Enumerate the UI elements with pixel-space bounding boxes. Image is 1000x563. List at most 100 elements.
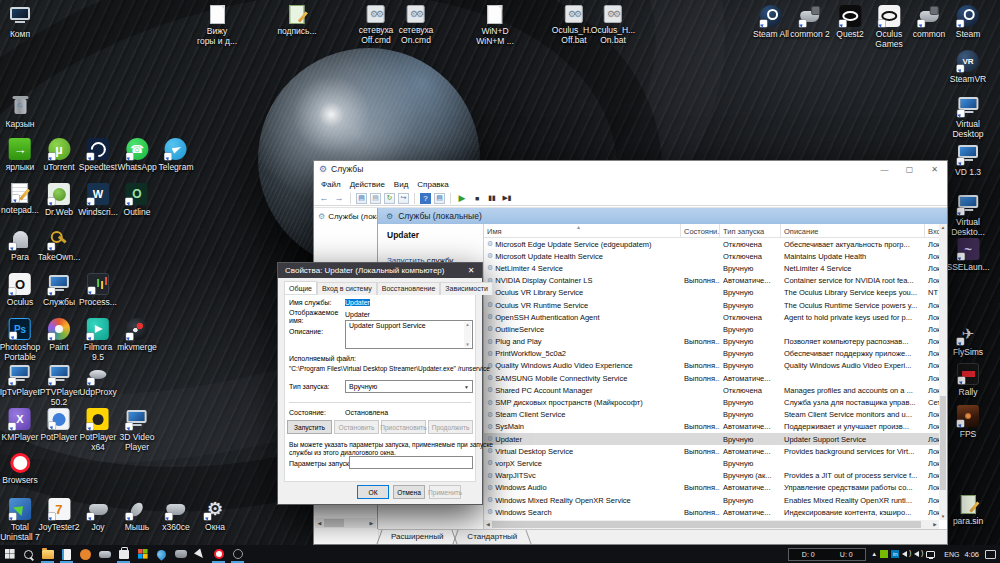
service-name-value[interactable]: Updater bbox=[345, 299, 370, 306]
service-row[interactable]: ⚙SAMSUNG Mobile Connectivity Service Вып… bbox=[484, 372, 939, 384]
service-row[interactable]: ⚙Windows Search Выполня... Автоматиче...… bbox=[484, 506, 939, 518]
service-row[interactable]: ⚙PrintWorkflow_5c0a2 Вручную Обеспечивае… bbox=[484, 348, 939, 360]
service-row[interactable]: ⚙vorpX Service Вручную Лока... bbox=[484, 457, 939, 469]
desktop-icon-utorrent[interactable]: µ uTorrent bbox=[43, 138, 74, 172]
desktop-icon-potplayer[interactable]: PotPlayer x64 bbox=[80, 408, 117, 452]
volume2-icon[interactable] bbox=[914, 550, 923, 558]
dialog-titlebar[interactable]: Свойства: Updater (Локальный компьютер) … bbox=[278, 263, 482, 278]
desktop-icon-filmora[interactable]: Filmora 9.5 bbox=[84, 318, 112, 362]
service-row[interactable]: ⚙Oculus VR Runtime Service Вручную The O… bbox=[484, 299, 939, 311]
desktop-icon-steam-all[interactable]: Steam All bbox=[753, 5, 789, 39]
desktop-icon-common-2[interactable]: common 2 bbox=[790, 5, 830, 39]
desktop-icon-speedtest[interactable]: Speedtest bbox=[79, 138, 117, 172]
service-row[interactable]: ⚙Microsoft Edge Update Service (edgeupda… bbox=[484, 238, 939, 250]
desktop-icon-win-d[interactable]: WiN+D WiN+M ... bbox=[476, 5, 514, 46]
menu-item[interactable]: Файл bbox=[321, 180, 341, 189]
desktop-icon-oculus-h-[interactable]: ⚙⚙ Oculus_H... On.bat bbox=[591, 5, 635, 45]
desktop-icon-сетевуха[interactable]: ⚙⚙ сетевуха On.cmd bbox=[399, 5, 434, 45]
desktop-icon-вижу[interactable]: Вижу горы и д... bbox=[197, 5, 237, 46]
close-button[interactable]: ✕ bbox=[922, 161, 947, 177]
menu-item[interactable]: Справка bbox=[417, 180, 448, 189]
desktop-icon-paint[interactable]: Paint bbox=[48, 318, 70, 352]
service-row[interactable]: ⚙Microsoft Update Health Service Отключе… bbox=[484, 250, 939, 262]
drop-app-button[interactable] bbox=[152, 545, 171, 563]
scope-header[interactable]: ⚙ Службы (локальные) bbox=[378, 208, 947, 224]
service-row[interactable]: ⚙Windows Audio Выполня... Автоматиче... … bbox=[484, 482, 939, 494]
help-icon[interactable]: ? bbox=[420, 193, 431, 204]
vertical-scrollbar[interactable]: ▲▼ bbox=[939, 224, 947, 520]
h-app-button[interactable] bbox=[228, 545, 247, 563]
desktop-icon-process-[interactable]: Process... bbox=[79, 273, 117, 307]
desktop-icon-dr-web[interactable]: Dr.Web bbox=[45, 183, 73, 217]
cursor-app-button[interactable] bbox=[190, 545, 209, 563]
column-header-name[interactable]: Имя bbox=[484, 224, 681, 237]
tab-general[interactable]: Общие bbox=[284, 281, 317, 294]
desktop-icon-virtual[interactable]: Virtual Deskto... bbox=[951, 193, 985, 237]
service-row[interactable]: ⚙Virtual Desktop Service Выполня... Авто… bbox=[484, 445, 939, 457]
language-indicator[interactable]: ENG bbox=[944, 551, 959, 558]
service-row[interactable]: ⚙OpenSSH Authentication Agent Отключена … bbox=[484, 311, 939, 323]
start-service-icon[interactable]: ▶ bbox=[456, 192, 468, 204]
desktop-icon-joy[interactable]: Joy bbox=[87, 498, 109, 532]
tab-recovery[interactable]: Восстановление bbox=[377, 282, 441, 295]
menu-item[interactable]: Вид bbox=[394, 180, 408, 189]
desktop-icon-notepad-[interactable]: notepad... bbox=[1, 183, 39, 215]
dialog-close-button[interactable]: ✕ bbox=[460, 263, 482, 278]
in-tray-icon[interactable]: in bbox=[891, 550, 899, 558]
tray-expand-icon[interactable]: ▲ bbox=[871, 551, 877, 557]
desktop-icon-mkvmerge[interactable]: mkvmerge bbox=[117, 318, 157, 352]
desktop-icon-steamvr[interactable]: VR SteamVR bbox=[950, 50, 986, 84]
export-icon[interactable]: ↪ bbox=[398, 193, 409, 204]
show-console-icon[interactable]: ▤ bbox=[356, 193, 367, 204]
maximize-button[interactable]: ▢ bbox=[897, 161, 922, 177]
desktop-icon-potplayer[interactable]: PotPlayer bbox=[41, 408, 78, 442]
desktop-icon-quest2[interactable]: Quest2 bbox=[836, 5, 863, 39]
desktop-icon-total[interactable]: Total Uninstall 7 bbox=[0, 498, 40, 542]
tab-extended[interactable]: Расширенный bbox=[379, 530, 455, 544]
nvidia-tray-icon[interactable] bbox=[880, 550, 888, 558]
notification-center-icon[interactable] bbox=[985, 550, 996, 559]
tree-horizontal-scrollbar[interactable]: ◀▶ bbox=[315, 518, 376, 528]
stop-button[interactable]: Остановить bbox=[334, 420, 379, 434]
desktop-icon-ярлыки[interactable]: → ярлыки bbox=[6, 138, 35, 172]
start-button[interactable] bbox=[0, 545, 19, 563]
desktop-icon-steam[interactable]: Steam bbox=[956, 5, 981, 39]
startup-type-select[interactable]: Вручную ▼ bbox=[345, 380, 473, 393]
service-row[interactable]: ⚙SMP дисковых пространств (Майкрософт) В… bbox=[484, 396, 939, 408]
desktop-icon-iptvplayer[interactable]: IPTVPlayer 50.2 bbox=[38, 363, 81, 407]
desktop-icon-kmplayer[interactable]: X KMPlayer bbox=[2, 408, 39, 442]
desktop-icon-комп[interactable]: Комп bbox=[9, 5, 31, 39]
service-row[interactable]: ⚙SysMain Выполня... Автоматиче... Поддер… bbox=[484, 421, 939, 433]
tab-dependencies[interactable]: Зависимости bbox=[440, 282, 492, 295]
desktop-icon-3d-video[interactable]: 3D Video Player bbox=[120, 408, 155, 452]
service-row[interactable]: ⚙NetLimiter 4 Service Вручную NetLimiter… bbox=[484, 262, 939, 274]
column-header-description[interactable]: Описание bbox=[781, 224, 925, 237]
column-header-startup[interactable]: Тип запуска bbox=[720, 224, 781, 237]
desktop-icon-para[interactable]: Para bbox=[9, 228, 31, 262]
desktop-icon-photoshop[interactable]: Ps Photoshop Portable bbox=[0, 318, 40, 362]
ok-button[interactable]: ОК bbox=[357, 485, 389, 499]
window-icon[interactable]: ▤ bbox=[434, 193, 445, 204]
desktop-icon-takeown-[interactable]: TakeOwn... bbox=[38, 228, 81, 262]
volume-icon[interactable] bbox=[902, 550, 911, 558]
service-row[interactable]: ⚙Steam Client Service Вручную Steam Clie… bbox=[484, 409, 939, 421]
properties-icon[interactable]: ▤ bbox=[370, 193, 381, 204]
restart-service-icon[interactable]: ▶▮ bbox=[501, 192, 513, 204]
service-row[interactable]: ⚙Plug and Play Выполня... Вручную Позвол… bbox=[484, 336, 939, 348]
description-field[interactable]: Updater Support Service ▲▼ bbox=[345, 320, 473, 349]
stop-service-icon[interactable]: ■ bbox=[471, 192, 483, 204]
desktop-icon-common[interactable]: common bbox=[913, 5, 946, 39]
desktop-icon-fps[interactable]: FPS bbox=[957, 405, 979, 439]
pause-service-icon[interactable]: ▮▮ bbox=[486, 192, 498, 204]
desktop-icon-virtual[interactable]: Virtual Desktop bbox=[952, 95, 983, 139]
network-icon[interactable] bbox=[926, 551, 935, 558]
desktop-icon-oculus-h-[interactable]: ⚙⚙ Oculus_H... Off.bat bbox=[552, 5, 596, 45]
start-params-input[interactable] bbox=[349, 456, 473, 469]
horizontal-scrollbar[interactable]: ◀▶ bbox=[484, 520, 939, 529]
resume-button[interactable]: Продолжить bbox=[428, 420, 473, 434]
service-row[interactable]: ⚙Oculus VR Library Service Вручную The O… bbox=[484, 287, 939, 299]
pause-button[interactable]: Приостановить bbox=[381, 420, 426, 434]
desktop-icon-para-sin[interactable]: para.sin bbox=[953, 495, 983, 526]
column-header-state[interactable]: Состояни... bbox=[681, 224, 720, 237]
refresh-icon[interactable]: ↻ bbox=[384, 193, 395, 204]
